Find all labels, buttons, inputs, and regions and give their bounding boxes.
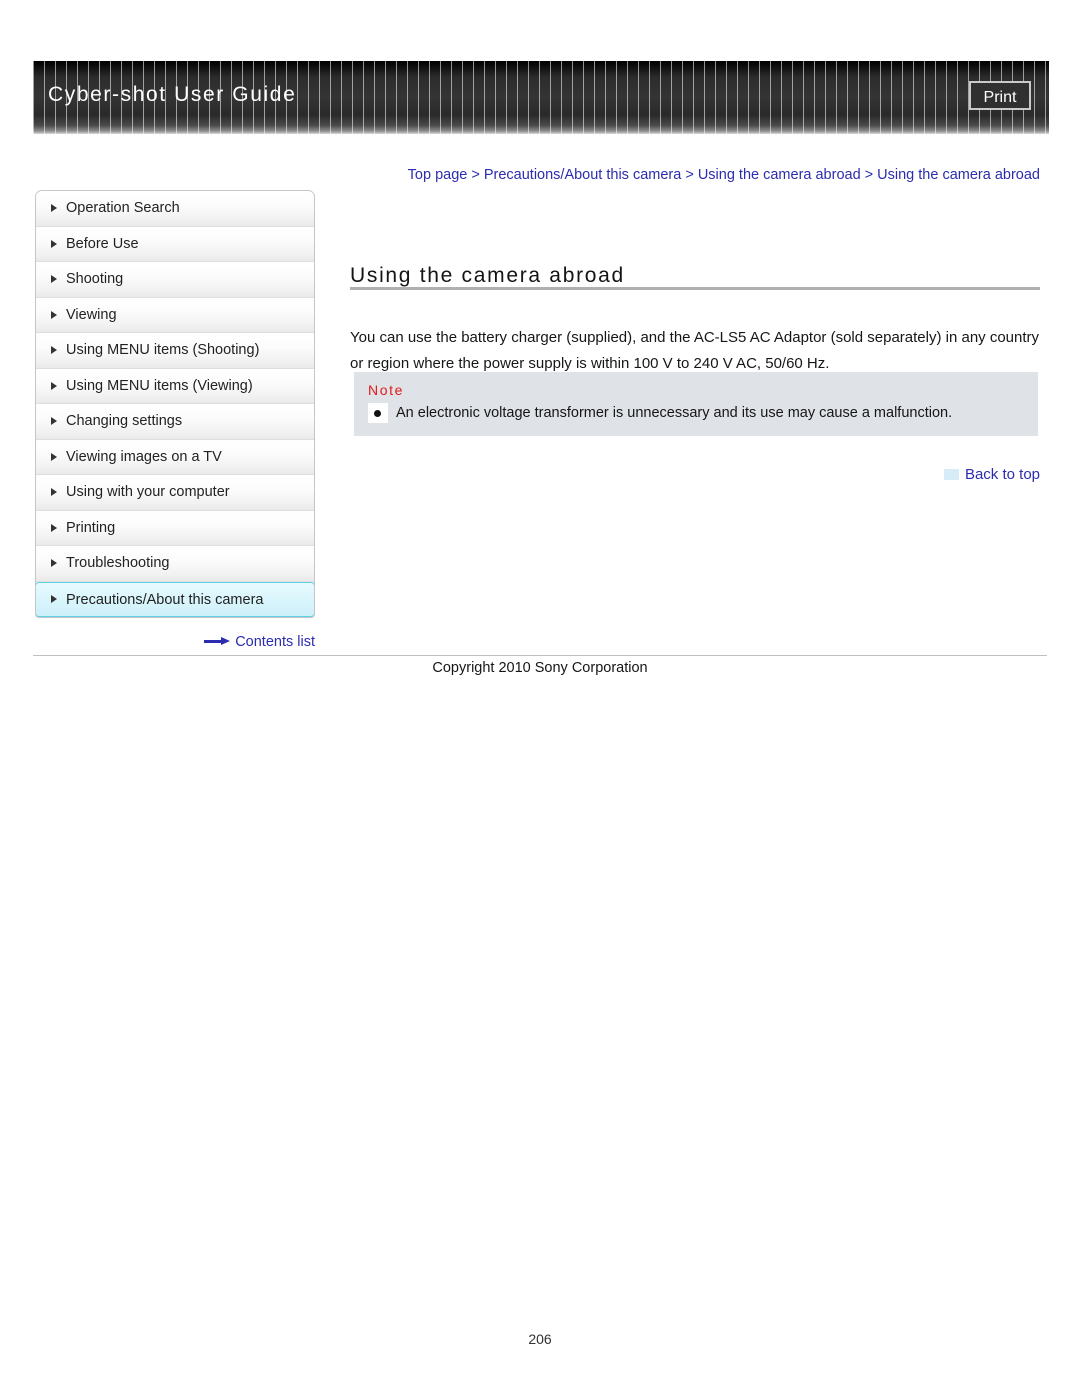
title-divider xyxy=(350,287,1040,290)
sidebar-item-before-use[interactable]: Before Use xyxy=(36,226,314,262)
print-button[interactable]: Print xyxy=(969,81,1031,110)
triangle-right-icon xyxy=(51,559,57,568)
contents-list-label: Contents list xyxy=(235,634,315,650)
triangle-right-icon xyxy=(51,523,57,532)
page-number: 206 xyxy=(528,1331,552,1347)
sidebar-item-using-with-your-computer[interactable]: Using with your computer xyxy=(36,475,314,511)
note-item: An electronic voltage transformer is unn… xyxy=(354,403,1038,423)
note-item-text: An electronic voltage transformer is unn… xyxy=(396,405,953,421)
back-to-top-label: Back to top xyxy=(964,466,1040,483)
sidebar-item-viewing[interactable]: Viewing xyxy=(36,297,314,333)
triangle-right-icon xyxy=(51,346,57,355)
site-title: Cyber-shot User Guide xyxy=(48,83,297,106)
sidebar-item-label: Operation Search xyxy=(66,200,180,216)
sidebar-item-label: Using MENU items (Viewing) xyxy=(66,377,253,394)
copyright-text: Copyright 2010 Sony Corporation xyxy=(432,660,648,676)
page-title: Using the camera abroad xyxy=(350,264,625,288)
breadcrumb[interactable]: Top page > Precautions/About this camera… xyxy=(348,163,1040,187)
triangle-right-icon xyxy=(51,488,57,497)
sidebar-item-shooting[interactable]: Shooting xyxy=(36,262,314,298)
triangle-right-icon xyxy=(51,417,57,426)
sidebar-item-printing[interactable]: Printing xyxy=(36,510,314,546)
triangle-right-icon xyxy=(51,310,57,319)
triangle-right-icon xyxy=(51,595,57,604)
bullet-icon xyxy=(368,403,388,423)
site-header: Cyber-shot User Guide Print xyxy=(33,61,1049,134)
note-label: Note xyxy=(368,382,404,398)
sidebar-item-changing-settings[interactable]: Changing settings xyxy=(36,404,314,440)
sidebar-item-label: Changing settings xyxy=(66,413,183,429)
sidebar-item-precautions-about-this-camera[interactable]: Precautions/About this camera xyxy=(36,581,314,617)
sidebar-item-using-menu-items-shooting[interactable]: Using MENU items (Shooting) xyxy=(36,333,314,369)
arrow-right-icon xyxy=(204,636,231,646)
square-icon xyxy=(943,468,959,480)
triangle-right-icon xyxy=(51,381,57,390)
footer-divider xyxy=(33,655,1047,656)
sidebar-item-label: Viewing xyxy=(66,306,117,323)
sidebar-item-operation-search[interactable]: Operation Search xyxy=(36,191,314,227)
contents-list-link[interactable]: Contents list xyxy=(35,634,315,650)
sidebar-item-viewing-images-on-a-tv[interactable]: Viewing images on a TV xyxy=(36,439,314,475)
triangle-right-icon xyxy=(51,275,57,284)
body-paragraph: You can use the battery charger (supplie… xyxy=(350,329,1040,372)
triangle-right-icon xyxy=(51,239,57,248)
sidebar-item-using-menu-items-viewing[interactable]: Using MENU items (Viewing) xyxy=(36,368,314,404)
sidebar-item-label: Viewing images on a TV xyxy=(66,448,222,465)
sidebar-item-label: Precautions/About this camera xyxy=(66,591,264,608)
back-to-top-link[interactable]: Back to top xyxy=(740,466,1040,483)
sidebar-item-label: Printing xyxy=(66,519,116,536)
triangle-right-icon xyxy=(51,452,57,461)
sidebar-item-label: Troubleshooting xyxy=(66,555,170,571)
sidebar-item-label: Before Use xyxy=(66,235,139,252)
note-box: Note An electronic voltage transformer i… xyxy=(354,372,1038,436)
sidebar-item-label: Shooting xyxy=(66,271,124,287)
sidebar-item-troubleshooting[interactable]: Troubleshooting xyxy=(36,546,314,582)
sidebar-item-label: Using with your computer xyxy=(66,484,230,500)
triangle-right-icon xyxy=(51,204,57,213)
sidebar-item-label: Using MENU items (Shooting) xyxy=(66,342,260,358)
sidebar-nav: Operation Search Before Use Shooting Viewin… xyxy=(35,190,315,618)
